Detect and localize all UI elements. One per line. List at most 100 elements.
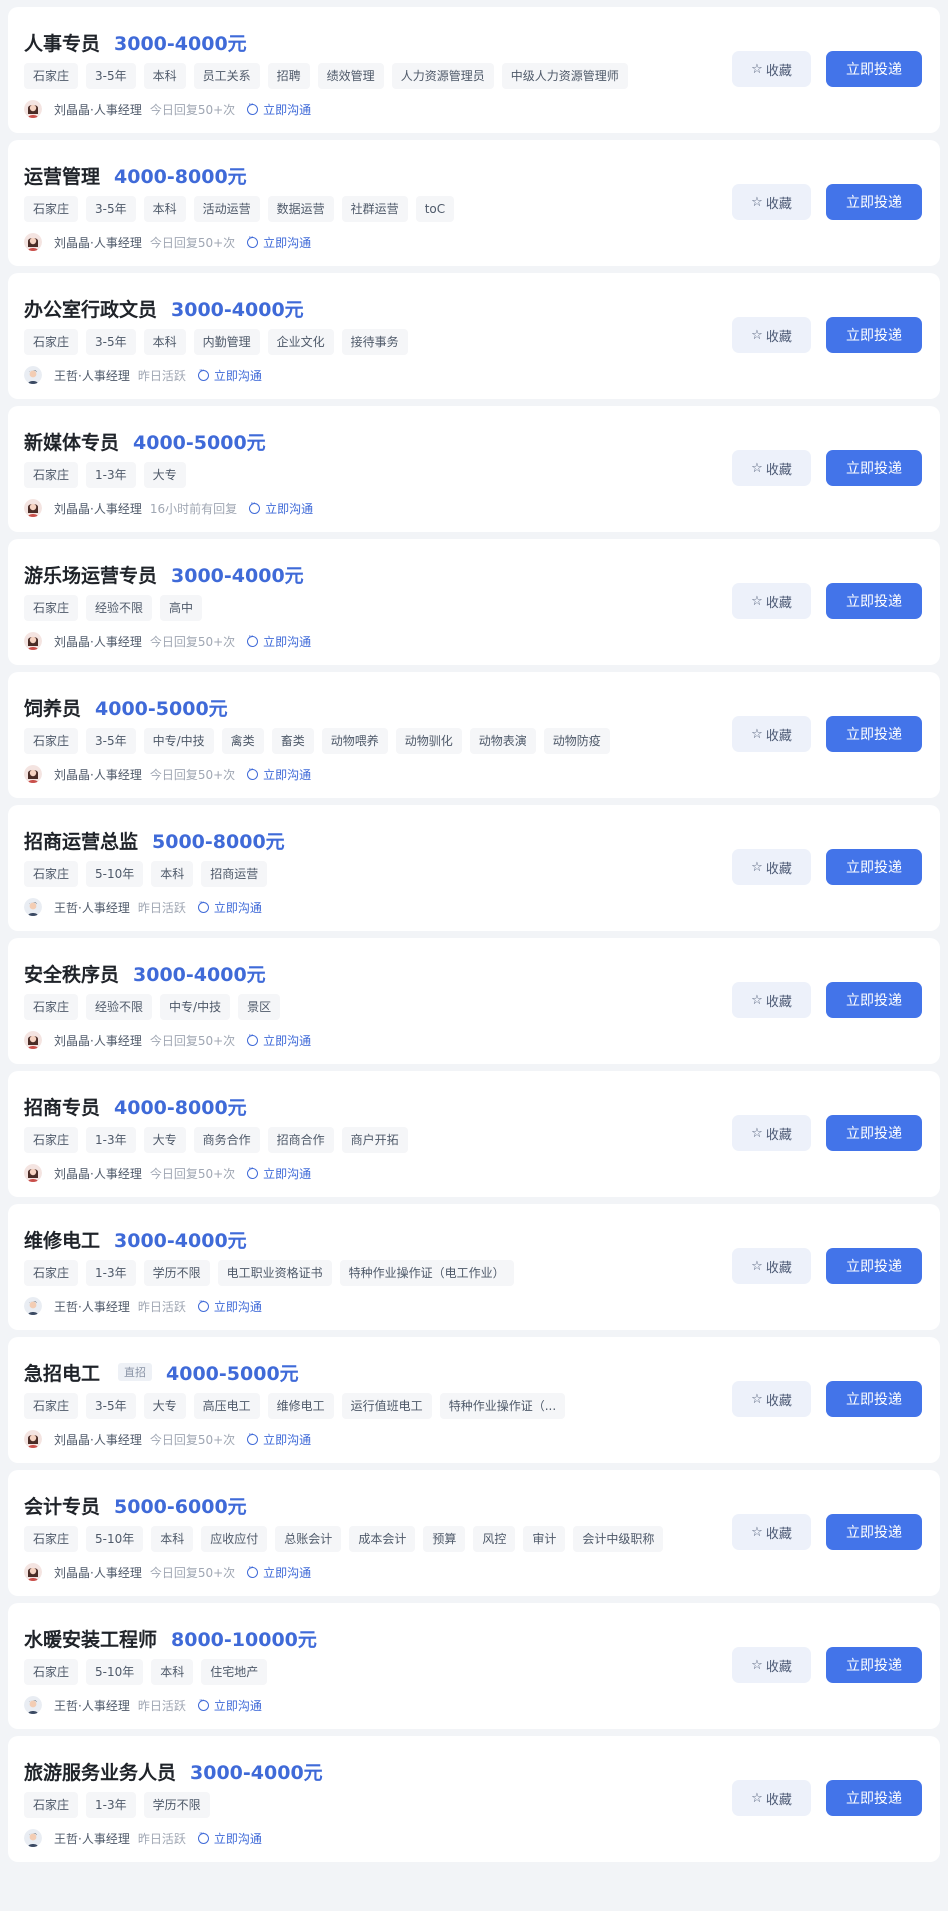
salary: 4000-5000元: [166, 1362, 299, 1385]
chat-button[interactable]: 立即沟通: [247, 233, 311, 251]
job-tag: 大专: [143, 462, 186, 488]
apply-button[interactable]: 立即投递: [826, 1248, 922, 1284]
job-title[interactable]: 招商专员: [24, 1093, 100, 1120]
job-title[interactable]: 运营管理: [24, 162, 100, 189]
job-tag: 人力资源管理员: [391, 63, 494, 89]
apply-button[interactable]: 立即投递: [826, 1647, 922, 1683]
favorite-button[interactable]: ☆ 收藏: [732, 1248, 811, 1284]
favorite-button[interactable]: ☆ 收藏: [732, 1381, 811, 1417]
job-card[interactable]: 饲养员 4000-5000元 石家庄 3-5年 中专/中技 禽类 畜类 动物喂养 动物驯化动…: [8, 672, 940, 798]
job-card[interactable]: 运营管理 4000-8000元 石家庄 3-5年 本科 活动运营 数据运营 社群运营 toC…: [8, 140, 940, 266]
job-title[interactable]: 水暖安装工程师: [24, 1625, 157, 1652]
chat-button[interactable]: 立即沟通: [197, 366, 262, 384]
job-tag: 石家庄: [24, 329, 79, 355]
chat-bubble-icon: [247, 632, 259, 647]
job-title[interactable]: 饲养员: [24, 694, 81, 721]
favorite-button[interactable]: ☆ 收藏: [732, 317, 811, 353]
recruiter-activity: 今日回复50+次: [149, 634, 236, 649]
favorite-button[interactable]: ☆ 收藏: [732, 849, 811, 885]
job-tag: 禽类: [221, 728, 264, 754]
recruiter-name: 王哲·人事经理: [54, 1299, 130, 1314]
job-tag: 经验不限: [86, 994, 153, 1020]
favorite-button[interactable]: ☆ 收藏: [732, 184, 811, 220]
apply-button[interactable]: 立即投递: [826, 450, 922, 486]
job-title[interactable]: 人事专员: [24, 29, 100, 56]
favorite-button[interactable]: ☆ 收藏: [732, 716, 811, 752]
favorite-label: 收藏: [765, 861, 792, 877]
job-tag: 高压电工: [193, 1393, 260, 1419]
chat-button[interactable]: 立即沟通: [247, 100, 311, 118]
apply-button[interactable]: 立即投递: [826, 716, 922, 752]
job-title[interactable]: 安全秩序员: [24, 960, 119, 987]
job-card[interactable]: 人事专员 3000-4000元 石家庄 3-5年 本科 员工关系 招聘 绩效管理 人力资源管…: [8, 7, 940, 133]
recruiter-activity: 16小时前有回复: [149, 501, 238, 516]
job-tag: 1-3年: [86, 1792, 136, 1818]
job-title[interactable]: 招商运营总监: [24, 827, 138, 854]
recruiter-name: 王哲·人事经理: [54, 1698, 130, 1713]
job-title[interactable]: 急招电工: [24, 1359, 100, 1386]
job-card[interactable]: 安全秩序员 3000-4000元 石家庄 经验不限 中专/中技 景区 刘晶晶·人事经理…: [8, 938, 940, 1064]
job-title[interactable]: 新媒体专员: [24, 428, 119, 455]
chat-button[interactable]: 立即沟通: [247, 1430, 311, 1448]
job-title[interactable]: 游乐场运营专员: [24, 561, 157, 588]
chat-button[interactable]: 立即沟通: [247, 1164, 311, 1182]
job-tag: 石家庄: [24, 1526, 79, 1552]
job-card[interactable]: 旅游服务业务人员 3000-4000元 石家庄 1-3年 学历不限 王哲·人事经理 …: [8, 1736, 940, 1862]
job-tag: 石家庄: [24, 1659, 79, 1685]
recruiter-activity: 今日回复50+次: [149, 235, 236, 250]
apply-button[interactable]: 立即投递: [826, 184, 922, 220]
job-card[interactable]: 水暖安装工程师 8000-10000元 石家庄 5-10年 本科 住宅地产 王哲·人事…: [8, 1603, 940, 1729]
job-tag: 成本会计: [349, 1526, 416, 1552]
chat-button[interactable]: 立即沟通: [247, 765, 311, 783]
job-card[interactable]: 急招电工 直招 4000-5000元 石家庄 3-5年 大专 高压电工 维修电工 运行值班…: [8, 1337, 940, 1463]
apply-button[interactable]: 立即投递: [826, 51, 922, 87]
job-title[interactable]: 旅游服务业务人员: [24, 1758, 176, 1785]
chat-button[interactable]: 立即沟通: [247, 1031, 311, 1049]
favorite-button[interactable]: ☆ 收藏: [732, 51, 811, 87]
job-title[interactable]: 办公室行政文员: [24, 295, 157, 322]
favorite-label: 收藏: [765, 1260, 792, 1276]
apply-button[interactable]: 立即投递: [826, 982, 922, 1018]
chat-button[interactable]: 立即沟通: [247, 1563, 311, 1581]
apply-label: 立即投递: [846, 1126, 902, 1142]
chat-button[interactable]: 立即沟通: [197, 1696, 262, 1714]
chat-button[interactable]: 立即沟通: [247, 632, 311, 650]
job-card[interactable]: 游乐场运营专员 3000-4000元 石家庄 经验不限 高中 刘晶晶·人事经理 今日…: [8, 539, 940, 665]
job-card[interactable]: 维修电工 3000-4000元 石家庄 1-3年 学历不限 电工职业资格证书 特种作业操…: [8, 1204, 940, 1330]
favorite-button[interactable]: ☆ 收藏: [732, 1115, 811, 1151]
apply-button[interactable]: 立即投递: [826, 1514, 922, 1550]
chat-button[interactable]: 立即沟通: [249, 499, 313, 517]
job-tag: 活动运营: [193, 196, 260, 222]
favorite-button[interactable]: ☆ 收藏: [732, 583, 811, 619]
chat-button[interactable]: 立即沟通: [197, 1297, 262, 1315]
chat-button[interactable]: 立即沟通: [197, 898, 262, 916]
job-tag: 动物驯化: [395, 728, 462, 754]
job-tag: 5-10年: [86, 1659, 144, 1685]
job-card[interactable]: 办公室行政文员 3000-4000元 石家庄 3-5年 本科 内勤管理 企业文化 接待事务…: [8, 273, 940, 399]
job-card[interactable]: 招商专员 4000-8000元 石家庄 1-3年 大专 商务合作 招商合作 商户开拓 刘晶…: [8, 1071, 940, 1197]
apply-button[interactable]: 立即投递: [826, 583, 922, 619]
job-tag: 审计: [523, 1526, 566, 1552]
favorite-button[interactable]: ☆ 收藏: [732, 1647, 811, 1683]
favorite-button[interactable]: ☆ 收藏: [732, 1780, 811, 1816]
salary: 5000-6000元: [114, 1495, 247, 1518]
apply-button[interactable]: 立即投递: [826, 849, 922, 885]
recruiter-activity: 今日回复50+次: [149, 1033, 236, 1048]
chat-button[interactable]: 立即沟通: [197, 1829, 262, 1847]
job-card[interactable]: 新媒体专员 4000-5000元 石家庄 1-3年 大专 刘晶晶·人事经理 16小时…: [8, 406, 940, 532]
apply-button[interactable]: 立即投递: [826, 1780, 922, 1816]
apply-label: 立即投递: [846, 1525, 902, 1541]
job-tag: 石家庄: [24, 595, 79, 621]
apply-button[interactable]: 立即投递: [826, 317, 922, 353]
job-tag: 内勤管理: [193, 329, 260, 355]
job-card[interactable]: 会计专员 5000-6000元 石家庄 5-10年 本科 应收应付 总账会计 成本会计 预算…: [8, 1470, 940, 1596]
job-title[interactable]: 会计专员: [24, 1492, 100, 1519]
job-card[interactable]: 招商运营总监 5000-8000元 石家庄 5-10年 本科 招商运营 王哲·人事经理…: [8, 805, 940, 931]
apply-button[interactable]: 立即投递: [826, 1381, 922, 1417]
favorite-button[interactable]: ☆ 收藏: [732, 1514, 811, 1550]
apply-button[interactable]: 立即投递: [826, 1115, 922, 1151]
favorite-button[interactable]: ☆ 收藏: [732, 982, 811, 1018]
favorite-button[interactable]: ☆ 收藏: [732, 450, 811, 486]
job-title[interactable]: 维修电工: [24, 1226, 100, 1253]
star-icon: ☆: [751, 1258, 763, 1274]
